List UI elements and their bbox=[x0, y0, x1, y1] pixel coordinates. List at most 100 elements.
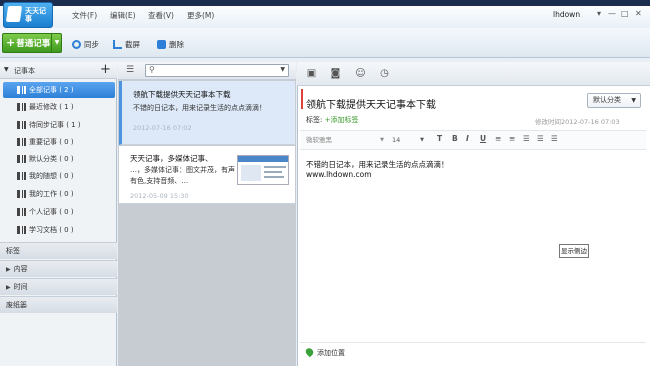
close-button[interactable]: ✕ bbox=[635, 9, 642, 18]
logo-text: 天天记事 bbox=[25, 7, 46, 23]
note-body[interactable]: 不错的日记本，用来记录生活的点点滴滴！ www.lhdown.com bbox=[306, 160, 449, 180]
sidebar-item-study[interactable]: 学习文档 ( 0 ) bbox=[3, 222, 115, 238]
delete-label: 删除 bbox=[169, 40, 184, 49]
notebook-icon bbox=[17, 190, 26, 198]
sidebar-item-label: 我的工作 ( 0 ) bbox=[29, 190, 74, 198]
size-select[interactable]: 14 ▼ bbox=[392, 134, 424, 146]
underline-button[interactable]: U bbox=[480, 134, 486, 143]
search-icon: ⚲ bbox=[149, 65, 155, 74]
note-snippet: 不错的日记本，用来记录生活的点点滴滴！ bbox=[133, 104, 266, 112]
notebook-icon bbox=[17, 103, 26, 111]
crop-label: 截屏 bbox=[125, 40, 140, 49]
sidebar-header: ▼ 记事本 + bbox=[0, 62, 117, 79]
checklist-icon[interactable]: ☰ bbox=[551, 134, 558, 143]
note-date: 2012-07-16 07:02 bbox=[133, 124, 192, 132]
menu-file[interactable]: 文件(F) bbox=[72, 10, 97, 21]
trash-icon bbox=[157, 40, 166, 49]
camera-icon[interactable]: ◙ bbox=[329, 68, 342, 80]
maximize-button[interactable]: □ bbox=[621, 9, 629, 18]
italic-button[interactable]: I bbox=[466, 134, 469, 143]
section-label: 时间 bbox=[13, 283, 28, 291]
sidebar-item-pending-sync[interactable]: 待同步记事 ( 1 ) bbox=[3, 117, 115, 133]
section-label: 废纸篓 bbox=[6, 301, 27, 309]
sidebar-section-content[interactable]: ▶ 内容 bbox=[0, 260, 117, 277]
notebook-icon bbox=[17, 138, 26, 146]
expand-icon: ▶ bbox=[6, 284, 11, 291]
add-notebook-button[interactable]: + bbox=[100, 62, 111, 77]
add-tag-link[interactable]: +添加标签 bbox=[325, 116, 359, 124]
align-center-icon[interactable]: ≡ bbox=[509, 134, 515, 143]
notebook-icon bbox=[17, 86, 26, 94]
sidebar-item-label: 全部记事 ( 2 ) bbox=[29, 86, 74, 94]
menu-edit[interactable]: 编辑(E) bbox=[110, 10, 136, 21]
notebooks-title: 记事本 bbox=[14, 67, 35, 75]
sidebar-item-personal[interactable]: 个人记事 ( 0 ) bbox=[3, 204, 115, 220]
note-title: 领航下载提供天天记事本下载 bbox=[133, 90, 231, 99]
sidebar-item-recent[interactable]: 最近修改 ( 1 ) bbox=[3, 99, 115, 115]
modified-time: 修改时间2012-07-16 07:03 bbox=[535, 118, 620, 126]
bullet-list-icon[interactable]: ☰ bbox=[523, 134, 530, 143]
image-icon[interactable]: ▣ bbox=[305, 68, 318, 80]
notebook-icon bbox=[17, 208, 26, 216]
search-input[interactable]: ⚲ ▼ bbox=[145, 64, 289, 77]
font-select[interactable]: 微软雅黑 ▼ bbox=[306, 134, 384, 146]
crop-button[interactable]: 截屏 bbox=[113, 39, 140, 50]
collapse-icon[interactable]: ▼ bbox=[4, 66, 9, 73]
sidebar-section-trash[interactable]: 废纸篓 bbox=[0, 296, 117, 313]
plus-icon: + bbox=[6, 36, 16, 49]
note-date: 2012-05-09 15:30 bbox=[130, 192, 189, 200]
size-value: 14 bbox=[392, 136, 401, 144]
sidebar-section-tags[interactable]: 标签 bbox=[0, 242, 117, 259]
bold-button[interactable]: B bbox=[452, 134, 458, 143]
user-name[interactable]: lhdown bbox=[553, 10, 580, 19]
add-location-button[interactable]: 添加位置 bbox=[304, 346, 345, 358]
sidebar-item-work[interactable]: 我的工作 ( 0 ) bbox=[3, 186, 115, 202]
app-logo: 天天记事 bbox=[3, 2, 53, 28]
notebook-icon bbox=[17, 226, 26, 234]
category-select[interactable]: 默认分类 ▼ bbox=[587, 93, 641, 108]
body-line: 不错的日记本，用来记录生活的点点滴滴！ bbox=[306, 160, 449, 169]
sidebar-item-label: 重要记事 ( 0 ) bbox=[29, 138, 74, 146]
sidebar-item-important[interactable]: 重要记事 ( 0 ) bbox=[3, 134, 115, 150]
title-marker bbox=[301, 89, 303, 109]
sidebar-item-label: 个人记事 ( 0 ) bbox=[29, 208, 74, 216]
location-pin-icon bbox=[304, 346, 315, 358]
sync-button[interactable]: 同步 bbox=[72, 39, 99, 50]
menu-view[interactable]: 查看(V) bbox=[148, 10, 174, 21]
sidebar-item-label: 默认分类 ( 0 ) bbox=[29, 155, 74, 163]
tag-row: 标签: +添加标签 bbox=[306, 115, 358, 125]
search-dropdown-icon[interactable]: ▼ bbox=[280, 66, 285, 73]
text-color-button[interactable]: T bbox=[437, 134, 442, 143]
divider bbox=[300, 342, 646, 343]
emoji-icon[interactable]: ☺ bbox=[354, 68, 367, 80]
list-view-icon[interactable]: ☰ bbox=[126, 65, 134, 75]
sidebar-item-default[interactable]: 默认分类 ( 0 ) bbox=[3, 151, 115, 167]
notebook-icon bbox=[17, 172, 26, 180]
chevron-down-icon: ▼ bbox=[631, 97, 636, 104]
sidebar-item-all-notes[interactable]: 全部记事 ( 2 ) bbox=[3, 82, 115, 98]
chevron-down-icon: ▼ bbox=[420, 137, 424, 143]
notebook-icon bbox=[17, 155, 26, 163]
new-note-label: 普通记事 bbox=[16, 39, 51, 49]
align-left-icon[interactable]: ≡ bbox=[495, 134, 501, 143]
list-item[interactable]: 领航下载提供天天记事本下载 不错的日记本，用来记录生活的点点滴滴！ 2012-0… bbox=[119, 81, 295, 145]
body-line: www.lhdown.com bbox=[306, 170, 372, 179]
category-value: 默认分类 bbox=[593, 96, 621, 104]
note-title: 天天记事，多媒体记事、 bbox=[130, 154, 213, 163]
show-sidebar-tooltip[interactable]: 显示侧边 bbox=[559, 244, 589, 258]
minimize-button[interactable]: — bbox=[608, 9, 616, 18]
sidebar-item-label: 最近修改 ( 1 ) bbox=[29, 103, 74, 111]
notebook-icon bbox=[17, 121, 26, 129]
section-label: 标签 bbox=[6, 247, 20, 255]
new-note-dropdown[interactable]: ▼ bbox=[51, 33, 62, 53]
dropdown-icon[interactable]: ▾ bbox=[597, 9, 601, 18]
numbered-list-icon[interactable]: ☰ bbox=[537, 134, 544, 143]
sidebar-section-time[interactable]: ▶ 时间 bbox=[0, 278, 117, 295]
chevron-down-icon: ▼ bbox=[380, 137, 384, 143]
menu-more[interactable]: 更多(M) bbox=[187, 10, 214, 21]
crop-icon bbox=[113, 40, 122, 49]
delete-button[interactable]: 删除 bbox=[157, 39, 184, 50]
note-title-field[interactable]: 领航下载提供天天记事本下载 bbox=[306, 96, 436, 111]
alarm-icon[interactable]: ◷ bbox=[378, 68, 391, 80]
sidebar-item-thoughts[interactable]: 我的随想 ( 0 ) bbox=[3, 168, 115, 184]
